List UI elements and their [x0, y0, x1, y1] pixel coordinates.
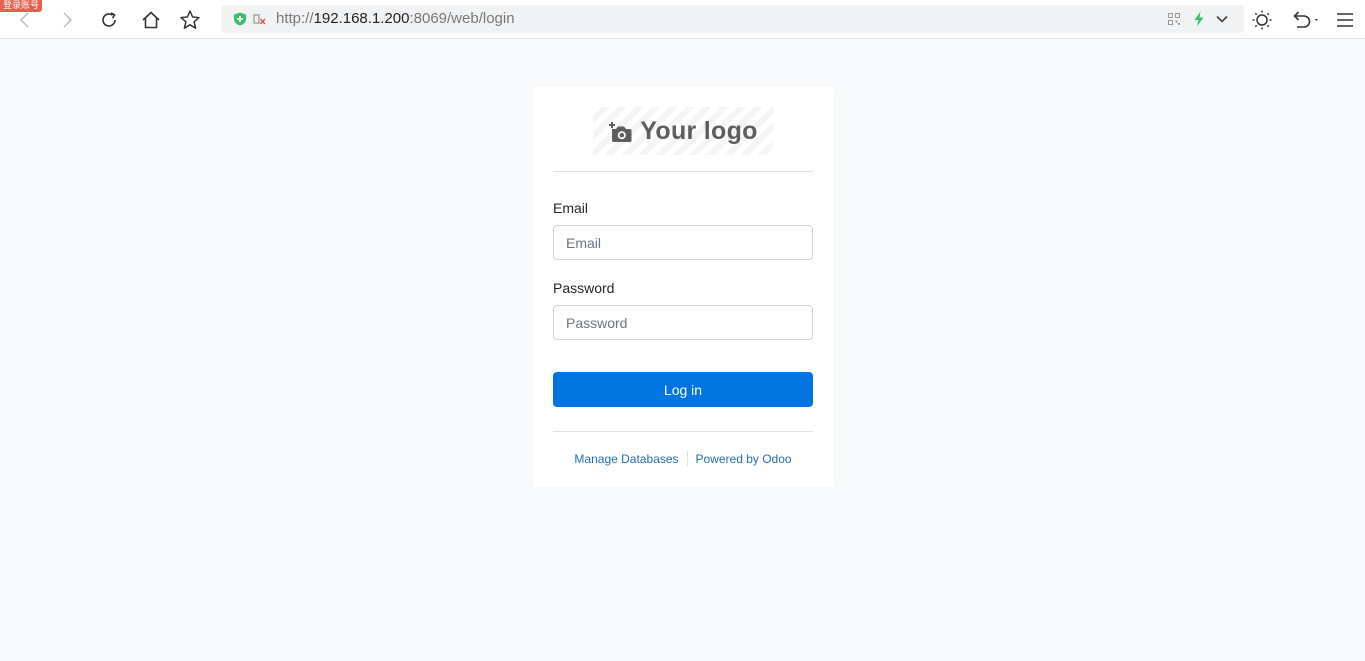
- divider: [553, 431, 813, 432]
- url-path: :8069/web/login: [409, 10, 515, 27]
- sun-icon: [1252, 10, 1272, 30]
- qr-code-icon[interactable]: [1168, 13, 1180, 25]
- undo-icon: [1293, 11, 1318, 28]
- back-button[interactable]: [12, 7, 38, 33]
- login-button[interactable]: Log in: [553, 372, 813, 407]
- theme-button[interactable]: [1249, 7, 1275, 33]
- email-label: Email: [553, 200, 589, 216]
- password-label: Password: [553, 280, 615, 296]
- menu-button[interactable]: [1332, 7, 1358, 33]
- logo-text: Your logo: [640, 116, 758, 145]
- manage-databases-link[interactable]: Manage Databases: [574, 452, 678, 466]
- undo-button[interactable]: [1288, 7, 1324, 33]
- camera-plus-icon: [609, 122, 632, 142]
- back-arrow-icon: [19, 12, 29, 28]
- divider: [553, 171, 813, 172]
- lightning-icon[interactable]: [1193, 11, 1205, 27]
- password-field[interactable]: [553, 305, 813, 340]
- bookmark-button[interactable]: [177, 7, 203, 33]
- reload-button[interactable]: [96, 7, 122, 33]
- home-button[interactable]: [138, 7, 164, 33]
- reload-icon: [102, 12, 116, 27]
- hamburger-menu-icon: [1337, 13, 1353, 27]
- chevron-down-icon[interactable]: [1215, 12, 1229, 26]
- star-icon: [180, 10, 200, 29]
- address-bar[interactable]: http://192.168.1.200:8069/web/login: [221, 5, 1244, 33]
- powered-by-odoo-link[interactable]: Powered by Odoo: [696, 452, 792, 466]
- url-text[interactable]: http://192.168.1.200:8069/web/login: [276, 11, 515, 27]
- forward-button[interactable]: [54, 7, 80, 33]
- shield-icon[interactable]: [233, 12, 247, 26]
- home-icon: [142, 11, 160, 29]
- cookie-blocked-icon[interactable]: [252, 12, 266, 26]
- link-separator: [686, 451, 688, 466]
- login-footer-links: Manage Databases Powered by Odoo: [533, 451, 833, 466]
- email-field[interactable]: [553, 225, 813, 260]
- url-scheme: http://: [276, 10, 314, 27]
- login-card: Your logo Email Password Log in Manage D…: [533, 87, 833, 487]
- forward-arrow-icon: [63, 12, 73, 28]
- url-host: 192.168.1.200: [313, 10, 410, 27]
- company-logo: Your logo: [593, 107, 773, 155]
- browser-toolbar: 登录账号 http://192.168.1.200:8069/web/login: [0, 0, 1365, 39]
